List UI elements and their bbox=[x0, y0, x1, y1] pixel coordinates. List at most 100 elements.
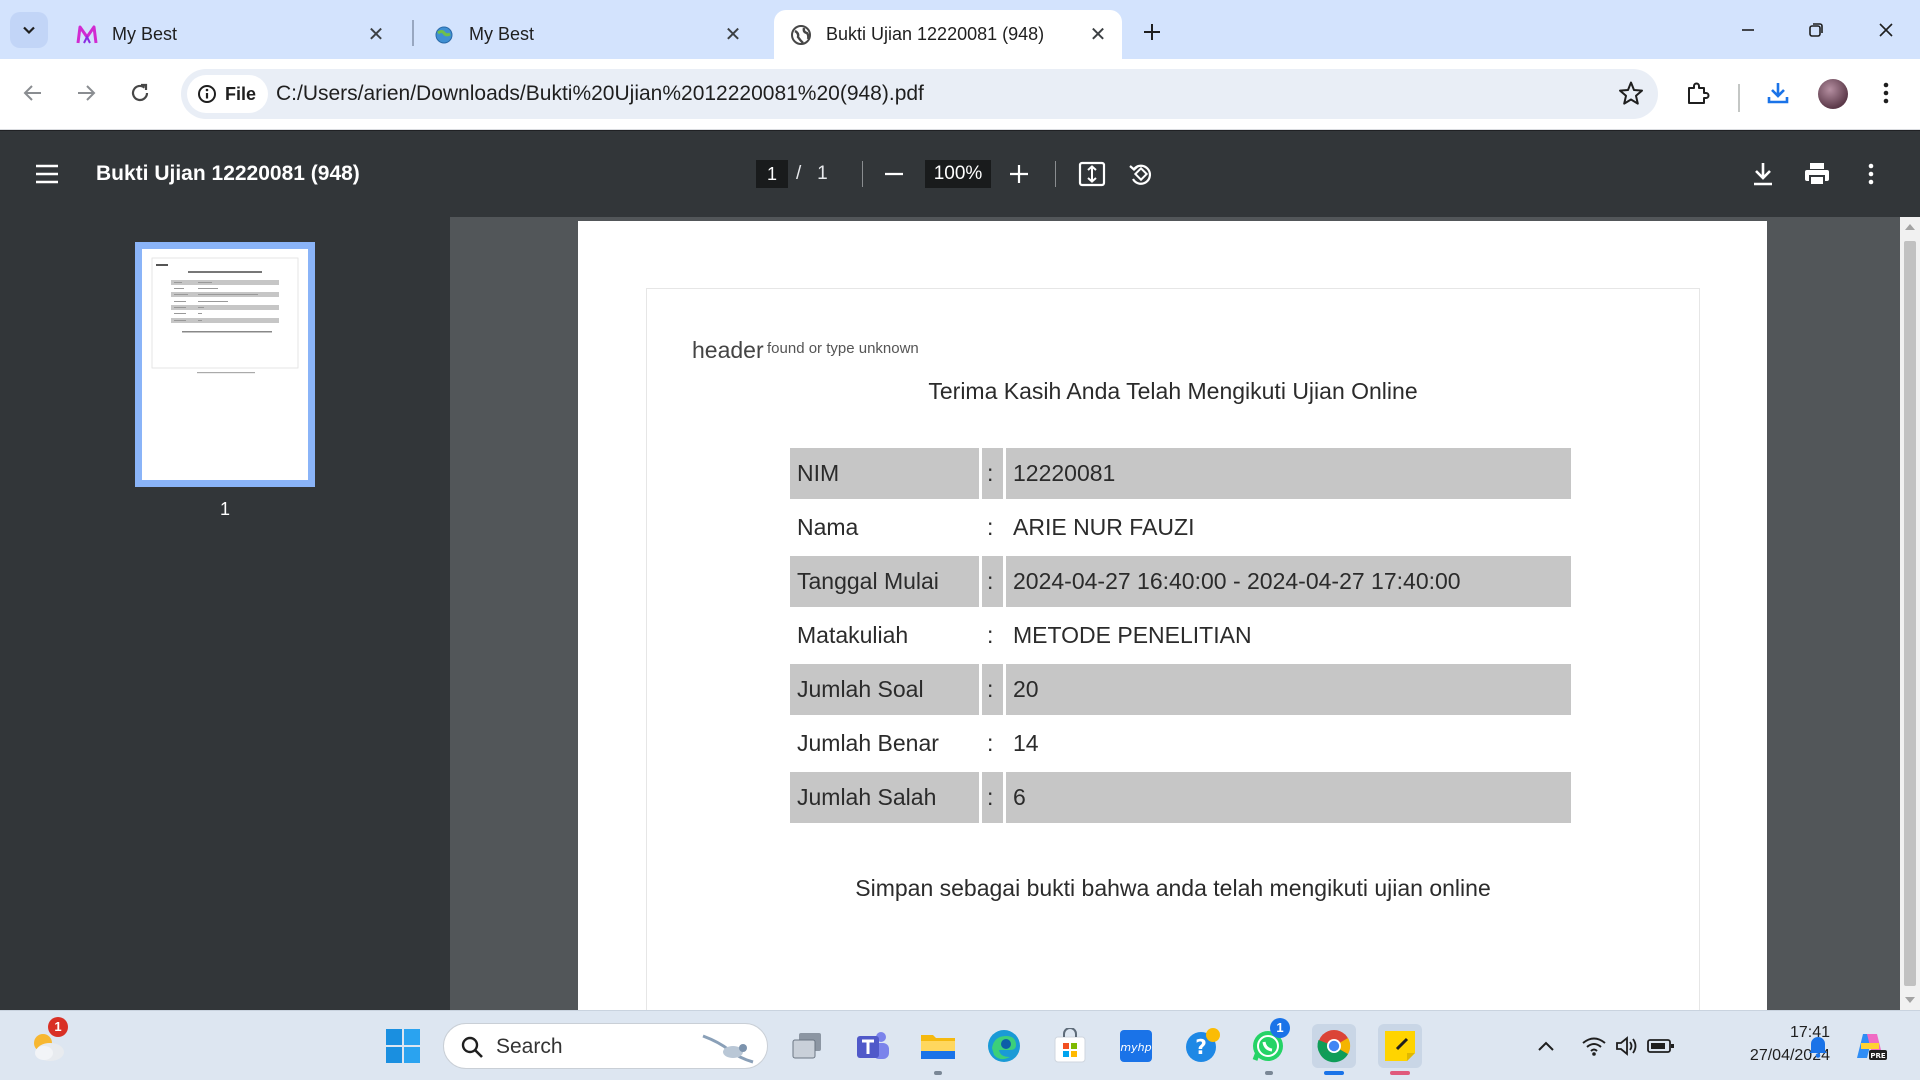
tab-my-best-1[interactable]: My Best ✕ bbox=[60, 10, 400, 59]
bookmark-star-button[interactable] bbox=[1618, 80, 1644, 111]
row-value: 6 bbox=[1006, 772, 1571, 823]
row-value: 12220081 bbox=[1006, 448, 1571, 499]
scroll-down-arrow-icon[interactable] bbox=[1905, 996, 1915, 1004]
scrollbar-thumb[interactable] bbox=[1904, 241, 1916, 986]
copilot-button[interactable]: PRE bbox=[1848, 1024, 1892, 1068]
back-button[interactable] bbox=[13, 73, 53, 113]
rotate-button[interactable] bbox=[1124, 157, 1158, 191]
myhp-app[interactable]: myhp bbox=[1114, 1024, 1158, 1068]
active-app-indicator bbox=[1324, 1071, 1344, 1075]
folder-icon bbox=[921, 1035, 955, 1059]
wifi-icon bbox=[1582, 1037, 1606, 1056]
close-icon bbox=[1879, 23, 1893, 37]
search-icon bbox=[461, 1036, 483, 1058]
toolbar-divider bbox=[1738, 84, 1740, 112]
row-label: Jumlah Soal bbox=[790, 664, 979, 715]
running-indicator bbox=[1265, 1071, 1273, 1075]
more-vert-icon bbox=[1883, 82, 1889, 104]
row-colon: : bbox=[987, 730, 994, 756]
close-tab-icon[interactable]: ✕ bbox=[719, 21, 747, 49]
print-button[interactable] bbox=[1800, 157, 1834, 191]
show-hidden-icons-button[interactable] bbox=[1524, 1024, 1568, 1068]
address-bar[interactable]: File C:/Users/arien/Downloads/Bukti%20Uj… bbox=[181, 69, 1658, 119]
task-view-icon bbox=[792, 1033, 821, 1059]
page-count: / 1 bbox=[796, 163, 828, 185]
chevron-down-icon bbox=[23, 26, 35, 35]
row-colon: : bbox=[987, 514, 994, 540]
chrome-app[interactable] bbox=[1312, 1024, 1356, 1068]
thumbnail-page-number: 1 bbox=[219, 499, 230, 519]
sticky-notes-app[interactable] bbox=[1378, 1024, 1422, 1068]
close-window-button[interactable] bbox=[1856, 8, 1916, 52]
svg-text:?: ? bbox=[1195, 1035, 1207, 1059]
minus-icon bbox=[885, 172, 903, 176]
notifications-button[interactable] bbox=[1796, 1024, 1840, 1068]
url-text[interactable]: C:/Users/arien/Downloads/Bukti%20Ujian%2… bbox=[276, 82, 924, 106]
task-view-button[interactable] bbox=[785, 1024, 829, 1068]
row-value: 20 bbox=[1006, 664, 1571, 715]
teams-app[interactable] bbox=[850, 1024, 894, 1068]
close-tab-icon[interactable]: ✕ bbox=[362, 21, 390, 49]
tab-strip: My Best ✕ My Best ✕ Bukti Ujian 12220081… bbox=[0, 0, 1920, 59]
help-icon: ? bbox=[1186, 1028, 1220, 1062]
table-row: Matakuliah : METODE PENELITIAN bbox=[790, 610, 1571, 661]
pdf-toolbar-divider bbox=[1055, 161, 1056, 187]
zoom-out-button[interactable] bbox=[877, 157, 911, 191]
row-label: Jumlah Salah bbox=[790, 772, 979, 823]
tab-my-best-2[interactable]: My Best ✕ bbox=[417, 10, 757, 59]
close-tab-icon[interactable]: ✕ bbox=[1084, 21, 1112, 49]
svg-text:PRE: PRE bbox=[1870, 1052, 1886, 1060]
restore-button[interactable] bbox=[1786, 8, 1846, 52]
row-colon: : bbox=[982, 556, 1003, 607]
weather-widget[interactable]: 1 bbox=[26, 1017, 70, 1068]
sidebar-toggle-button[interactable] bbox=[30, 157, 64, 191]
get-help-app[interactable]: ? bbox=[1180, 1024, 1224, 1068]
row-value: 14 bbox=[1013, 730, 1039, 756]
tab-bukti-ujian[interactable]: Bukti Ujian 12220081 (948) ✕ bbox=[774, 10, 1122, 59]
vertical-scrollbar[interactable] bbox=[1900, 217, 1920, 1010]
chrome-icon bbox=[1317, 1030, 1351, 1063]
browser-menu-button[interactable] bbox=[1866, 73, 1906, 113]
pdf-toolbar-divider bbox=[862, 161, 863, 187]
new-tab-button[interactable] bbox=[1134, 14, 1170, 50]
row-colon: : bbox=[982, 448, 1003, 499]
row-label: NIM bbox=[790, 448, 979, 499]
reload-icon bbox=[131, 83, 149, 102]
exam-info-table: NIM : 12220081 Nama : ARIE NUR FAUZI Tan… bbox=[787, 445, 1574, 826]
microsoft-store-app[interactable] bbox=[1048, 1024, 1092, 1068]
minimize-button[interactable] bbox=[1718, 8, 1778, 52]
pdf-download-button[interactable] bbox=[1746, 157, 1780, 191]
pdf-more-button[interactable] bbox=[1854, 157, 1888, 191]
thumbnail-sidebar: 1 bbox=[0, 217, 450, 1010]
tab-title: Bukti Ujian 12220081 (948) bbox=[826, 24, 1045, 44]
fit-to-page-icon bbox=[1078, 161, 1106, 187]
downloads-button[interactable] bbox=[1758, 73, 1798, 113]
site-info-chip[interactable]: File bbox=[187, 75, 269, 113]
tab-separator bbox=[412, 20, 414, 46]
zoom-in-button[interactable] bbox=[1002, 157, 1036, 191]
start-button[interactable] bbox=[381, 1024, 425, 1068]
scroll-up-arrow-icon[interactable] bbox=[1905, 223, 1915, 231]
forward-button[interactable] bbox=[66, 73, 106, 113]
zoom-level-input[interactable]: 100% bbox=[925, 160, 991, 188]
reload-button[interactable] bbox=[120, 73, 160, 113]
broken-header-image-alt: header bbox=[692, 337, 764, 363]
pdf-toolbar: Bukti Ujian 12220081 (948) 1 / 1 100% bbox=[0, 131, 1920, 217]
whatsapp-app[interactable]: 1 bbox=[1246, 1018, 1290, 1068]
file-explorer-app[interactable] bbox=[916, 1024, 960, 1068]
table-row: Jumlah Benar : 14 bbox=[790, 718, 1571, 769]
page-number-input[interactable]: 1 bbox=[756, 160, 788, 188]
fit-page-button[interactable] bbox=[1075, 157, 1109, 191]
teams-icon bbox=[857, 1032, 889, 1059]
taskbar-search[interactable]: Search bbox=[443, 1023, 768, 1069]
table-row: Nama : ARIE NUR FAUZI bbox=[790, 502, 1571, 553]
tab-search-button[interactable] bbox=[10, 12, 48, 48]
extensions-button[interactable] bbox=[1678, 73, 1718, 113]
quick-settings-button[interactable] bbox=[1568, 1024, 1688, 1068]
profile-avatar[interactable] bbox=[1818, 79, 1848, 109]
arrow-left-icon bbox=[23, 85, 41, 101]
edge-app[interactable] bbox=[982, 1024, 1026, 1068]
row-colon: : bbox=[982, 772, 1003, 823]
page-thumbnail[interactable] bbox=[135, 242, 315, 487]
edge-icon bbox=[988, 1030, 1020, 1062]
